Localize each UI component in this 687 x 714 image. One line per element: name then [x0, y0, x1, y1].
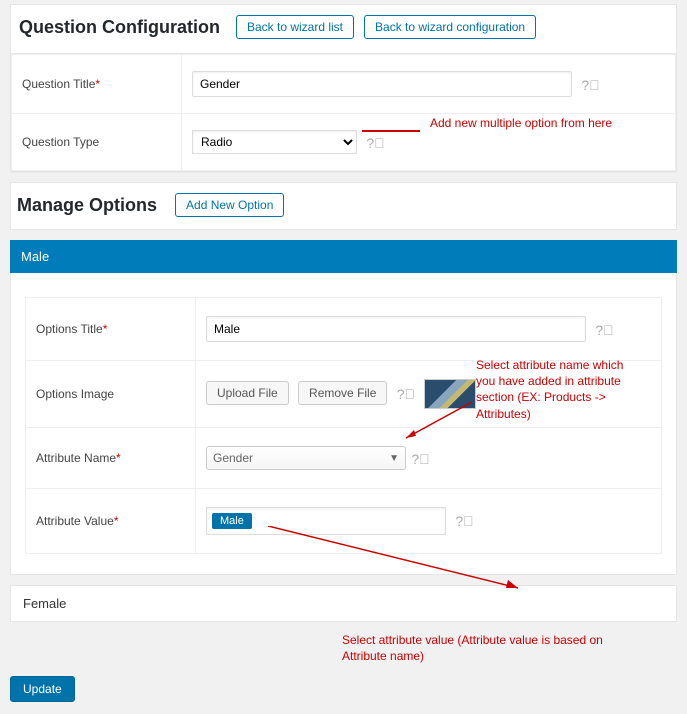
- options-image-label: Options Image: [26, 361, 196, 428]
- attribute-value-chip[interactable]: Male: [212, 513, 252, 529]
- upload-file-button[interactable]: Upload File: [206, 381, 289, 405]
- options-title-label: Options Title*: [26, 298, 196, 361]
- page-title: Question Configuration: [19, 17, 220, 38]
- attribute-name-label: Attribute Name*: [26, 428, 196, 489]
- annotation-attr-value: Select attribute value (Attribute value …: [342, 632, 642, 664]
- accordion-body-male: Options Title* ?⃝ Options Image Upload F…: [10, 273, 677, 575]
- image-thumbnail: [424, 379, 476, 409]
- remove-file-button[interactable]: Remove File: [298, 381, 387, 405]
- option-accordion-male: Male Options Title* ?⃝ Options Image Upl…: [10, 240, 677, 575]
- question-config-panel: Question Configuration Back to wizard li…: [10, 4, 677, 172]
- question-type-select[interactable]: Radio: [192, 130, 357, 154]
- back-to-wizard-config-button[interactable]: Back to wizard configuration: [364, 15, 536, 39]
- question-title-input[interactable]: [192, 71, 572, 97]
- annotation-attr-name: Select attribute name which you have add…: [476, 357, 636, 422]
- manage-options-panel: Manage Options Add New Option: [10, 182, 677, 230]
- update-button[interactable]: Update: [10, 676, 75, 702]
- help-icon[interactable]: ?⃝: [595, 322, 613, 338]
- options-title-input[interactable]: [206, 316, 586, 342]
- help-icon[interactable]: ?⃝: [366, 135, 384, 151]
- question-type-label: Question Type: [12, 114, 182, 171]
- back-to-wizard-list-button[interactable]: Back to wizard list: [236, 15, 354, 39]
- question-title-label: Question Title*: [12, 55, 182, 114]
- help-icon[interactable]: ?⃝: [397, 386, 415, 402]
- help-icon[interactable]: ?⃝: [581, 77, 599, 93]
- annotation-add-option: Add new multiple option from here: [430, 116, 612, 130]
- manage-options-header: Manage Options Add New Option: [11, 183, 676, 229]
- question-form: Question Title* ?⃝ Question Type Radio ?…: [11, 54, 676, 171]
- manage-options-title: Manage Options: [17, 195, 157, 216]
- help-icon[interactable]: ?⃝: [411, 451, 429, 467]
- accordion-header-male[interactable]: Male: [10, 240, 677, 273]
- panel-header: Question Configuration Back to wizard li…: [11, 5, 676, 54]
- attribute-value-input[interactable]: Male: [206, 507, 446, 535]
- chevron-down-icon: ▼: [389, 453, 399, 464]
- option-accordion-female[interactable]: Female: [10, 585, 677, 622]
- add-new-option-button[interactable]: Add New Option: [175, 193, 284, 217]
- attribute-name-select[interactable]: Gender ▼: [206, 446, 406, 470]
- attribute-value-label: Attribute Value*: [26, 489, 196, 554]
- help-icon[interactable]: ?⃝: [455, 513, 473, 529]
